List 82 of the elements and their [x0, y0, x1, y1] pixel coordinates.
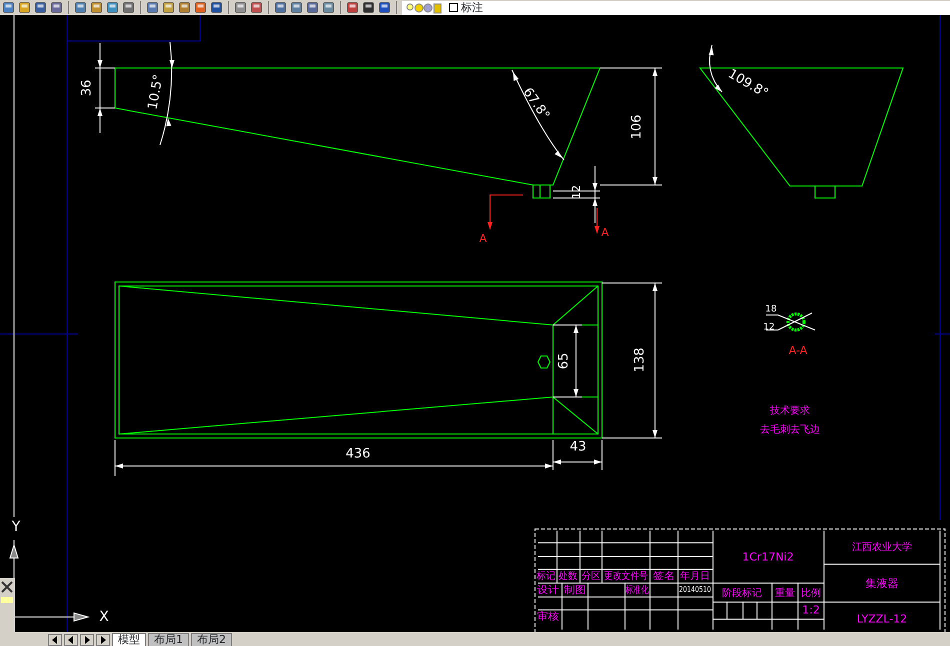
toolbar-icon[interactable] [74, 1, 87, 14]
extension-line [552, 190, 600, 192]
toolbar-icon[interactable] [250, 1, 263, 14]
extension-line [602, 282, 662, 284]
layer-dropdown[interactable]: 标注 [402, 0, 950, 14]
toolbar-icon[interactable] [50, 1, 63, 14]
toolbar-icon[interactable] [306, 1, 319, 14]
toolbar-icon[interactable] [322, 1, 335, 14]
school-name: 江西农业大学 [852, 542, 912, 553]
scale-text: 1:2 [802, 604, 820, 617]
toolbar-icon[interactable] [210, 1, 223, 14]
title-block-label: 比例 [801, 588, 821, 600]
title-block-label: 阶段标记 [722, 588, 762, 600]
toolbar-icon[interactable] [18, 1, 31, 14]
toolbar-icon[interactable] [146, 1, 159, 14]
dimension-text: 18 [765, 304, 777, 314]
dimension-text: 65 [556, 352, 572, 370]
layout-tab[interactable]: 布局2 [191, 633, 232, 646]
requirement-text: 去毛刺去飞边 [760, 424, 820, 436]
toolbar-icon[interactable] [378, 1, 391, 14]
title-block-label: 设计 [537, 584, 557, 596]
tab-scroll-button[interactable] [48, 634, 62, 646]
extension-line [552, 396, 582, 398]
title-block-label: 处数 [558, 571, 578, 582]
title-block-label: 标准化 [626, 584, 656, 596]
requirements-title: 技术要求 [770, 406, 810, 417]
drain-hole-icon [537, 356, 551, 368]
toolbar-icon[interactable] [162, 1, 175, 14]
toolbar-icon[interactable] [122, 1, 135, 14]
dimension-text: 12 [570, 185, 584, 199]
toolbar-icon[interactable] [106, 1, 119, 14]
layout-tab[interactable]: 布局1 [148, 633, 189, 646]
toolbar-icon[interactable] [2, 1, 15, 14]
title-block-date: 20140510 [679, 585, 720, 594]
dimension-text: 10.5° [146, 73, 167, 111]
layer-name: 标注 [461, 1, 483, 14]
section-drawing [766, 312, 816, 332]
material-text: 1Cr17Ni2 [742, 550, 794, 564]
section-label: A [479, 232, 487, 246]
ucs-axes-icon [9, 15, 90, 622]
tab-scroll-button[interactable] [64, 634, 78, 646]
drawing-number: LYZZL-12 [856, 612, 908, 626]
title-block-label: 制图 [564, 584, 584, 596]
title-block-label: 更改文件号 [604, 571, 654, 582]
tab-scroll-button[interactable] [96, 634, 110, 646]
title-block-label: 标记 [536, 571, 556, 582]
dimension-text: 436 [346, 446, 370, 462]
axis-label: Y [12, 518, 20, 535]
section-title: A-A [788, 344, 808, 358]
extension-line [552, 440, 554, 470]
toolbar-icon[interactable] [346, 1, 359, 14]
dimension-text: 36 [80, 80, 95, 96]
extension-line [552, 324, 582, 326]
toolbar-icon[interactable] [178, 1, 191, 14]
title-block-label: 签名 [653, 571, 673, 582]
axis-label: X [99, 608, 109, 625]
section-arrow [488, 194, 524, 230]
dimension-text: 138 [632, 348, 648, 372]
title-block-label: 审核 [537, 611, 557, 622]
layout-tab[interactable]: 模型 [112, 633, 146, 646]
toolbar-icon[interactable] [90, 1, 103, 14]
title-block-label: 分区 [582, 571, 602, 582]
toolbar-icon[interactable] [290, 1, 303, 14]
dimension-text: 43 [570, 440, 586, 455]
toolbar-icon[interactable] [194, 1, 207, 14]
layer-color-icon [449, 3, 458, 12]
dimension-text: 106 [630, 114, 645, 140]
title-block-label: 重量 [775, 588, 795, 600]
toolbar-icon[interactable] [274, 1, 287, 14]
title-block-label: 年月日 [680, 571, 710, 582]
dimension-text: 12 [763, 322, 775, 332]
toolbar-icon[interactable] [34, 1, 47, 14]
part-name: 集液器 [866, 577, 898, 590]
toolbar-icon[interactable] [234, 1, 247, 14]
toolbar-icon[interactable] [362, 1, 375, 14]
extension-line [114, 440, 116, 476]
section-label: A [601, 226, 609, 240]
angle-dimension-arc [708, 44, 722, 92]
dimension-line [592, 166, 598, 224]
extension-line [600, 184, 662, 186]
section-arrow [594, 208, 600, 234]
tab-scroll-button[interactable] [80, 634, 94, 646]
